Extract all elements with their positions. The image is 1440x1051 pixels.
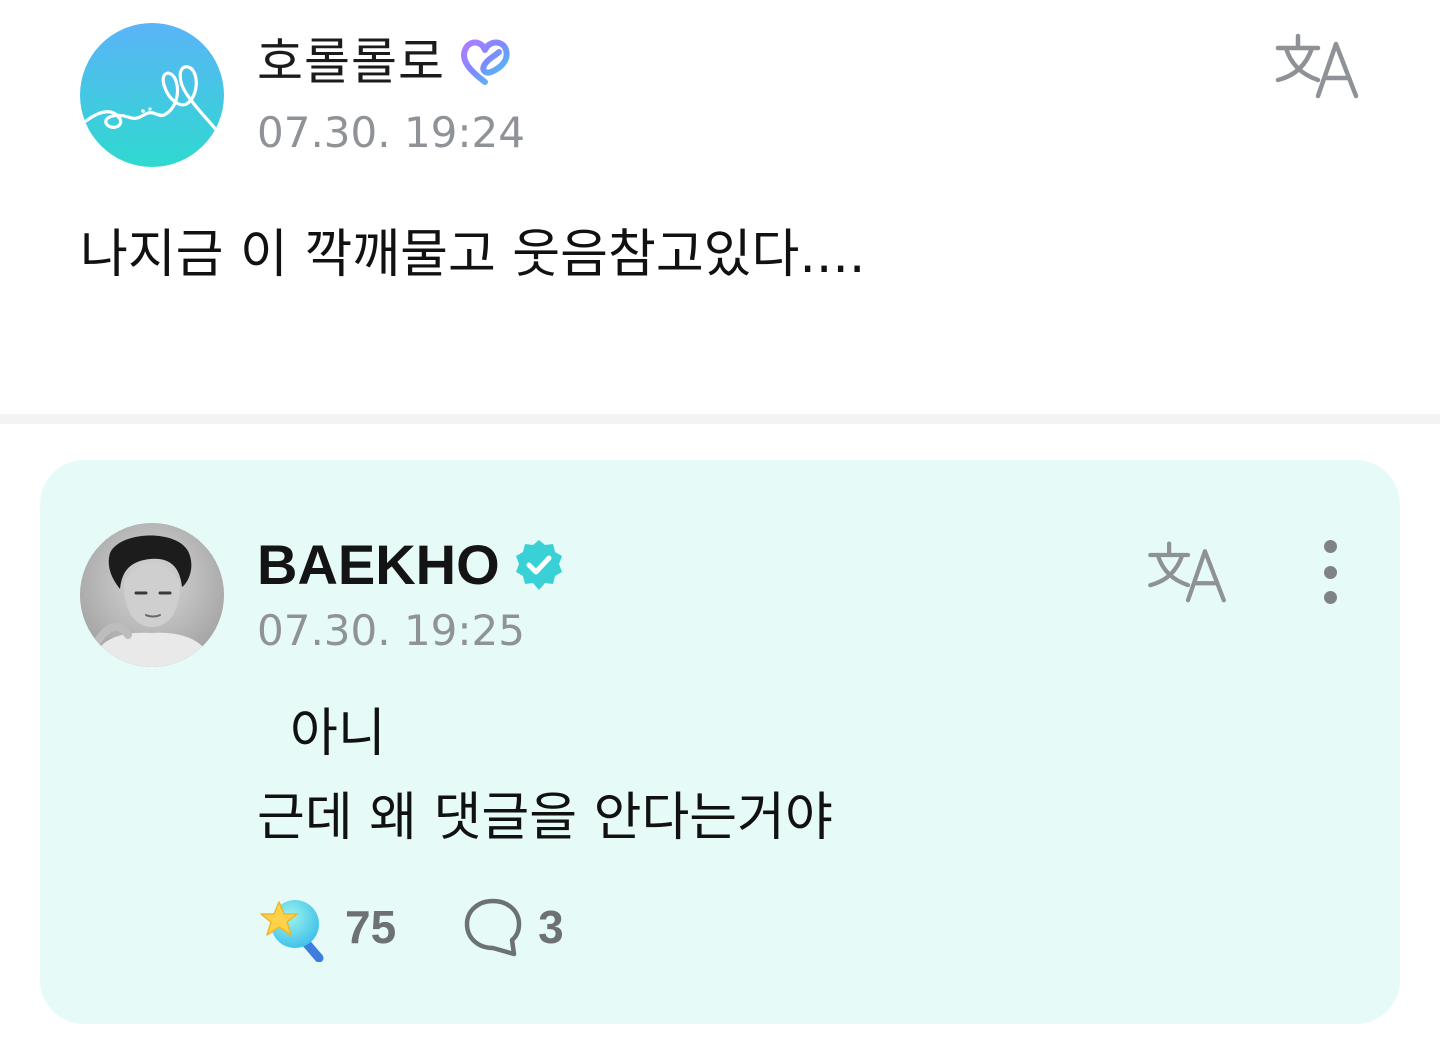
- page: 호롤롤로 07.30. 19:24 나지금 이 깍깨물고 웃음참고있다.... …: [0, 0, 1440, 1051]
- reply-author-name[interactable]: BAEKHO: [257, 537, 500, 593]
- more-vertical-icon: [1323, 540, 1337, 553]
- reply-timestamp: 07.30. 19:25: [257, 606, 525, 655]
- like-count: 75: [345, 901, 397, 953]
- more-vertical-icon: [1323, 565, 1337, 579]
- comment-count: 3: [538, 901, 564, 953]
- portrait-avatar-icon: [80, 523, 224, 667]
- post-timestamp: 07.30. 19:24: [257, 108, 525, 157]
- reply-actions: 75 3: [257, 892, 564, 962]
- section-divider: [0, 414, 1440, 424]
- translate-icon: [1148, 541, 1226, 603]
- translate-icon: [1275, 33, 1359, 99]
- verified-check-icon: [515, 540, 562, 590]
- heart-doodle-avatar-icon: [80, 23, 224, 167]
- comment-button[interactable]: 3: [462, 896, 564, 958]
- heart-badge-icon: [461, 39, 510, 85]
- post-author-row: 호롤롤로: [257, 30, 513, 94]
- reply-author-avatar[interactable]: [80, 523, 224, 667]
- author-name[interactable]: 호롤롤로: [257, 37, 445, 87]
- reply-body: 아니 근데 왜 댓글을 안다는거야: [257, 704, 833, 849]
- speech-bubble-icon: [464, 898, 522, 957]
- reply-translate-button[interactable]: [1146, 538, 1230, 604]
- more-vertical-icon: [1323, 591, 1337, 604]
- author-avatar[interactable]: [80, 23, 224, 167]
- like-button[interactable]: 75: [257, 892, 396, 962]
- artist-reply-card[interactable]: BAEKHO 07.30. 19:25 아니 근데 왜 댓글을 안다는거야 75…: [40, 460, 1400, 1024]
- post-body: 나지금 이 깍깨물고 웃음참고있다....: [80, 225, 866, 285]
- reply-author-row: BAEKHO: [257, 532, 566, 598]
- star-cheer-icon: [260, 900, 324, 962]
- post: 호롤롤로 07.30. 19:24 나지금 이 깍깨물고 웃음참고있다....: [0, 0, 1440, 414]
- more-options-button[interactable]: [1310, 540, 1350, 604]
- translate-button[interactable]: [1274, 30, 1362, 100]
